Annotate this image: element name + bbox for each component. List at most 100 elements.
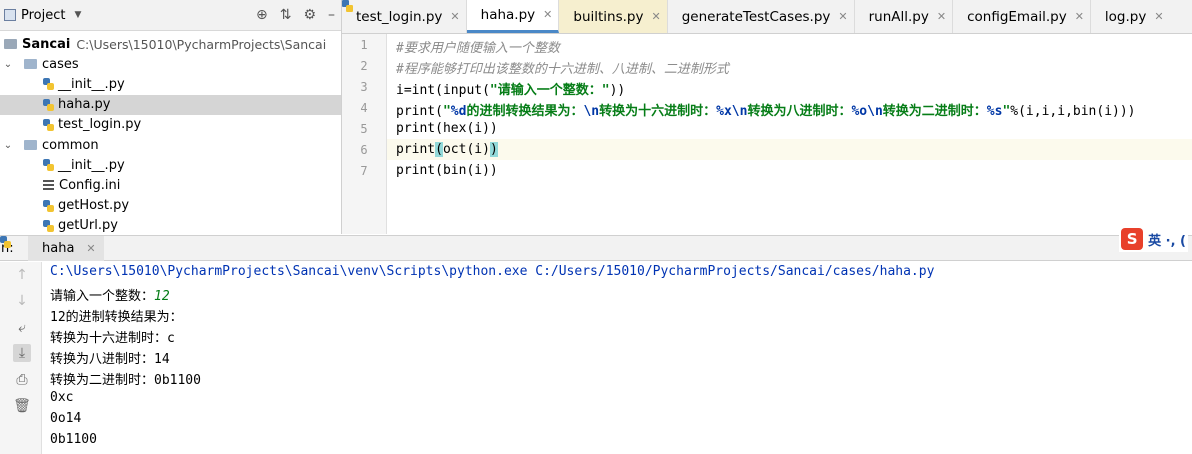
code-format-spec: %d xyxy=(450,104,467,119)
tree-item-cases[interactable]: ⌄ cases xyxy=(0,54,341,74)
console-command-line: C:\Users\15010\PycharmProjects\Sancai\ve… xyxy=(50,264,935,279)
tree-item-label: __init__.py xyxy=(58,157,125,173)
python-file-icon xyxy=(43,199,54,212)
code-token: print(hex(i)) xyxy=(396,121,498,136)
run-console[interactable]: C:\Users\15010\PycharmProjects\Sancai\ve… xyxy=(42,262,1192,454)
close-icon[interactable]: ✕ xyxy=(1154,10,1163,23)
code-string: 的进制转换结果为： xyxy=(466,104,584,119)
chevron-down-icon[interactable]: ⌄ xyxy=(2,140,14,151)
run-window-header: n: haha ✕ xyxy=(0,235,1192,261)
tree-item-root[interactable]: Sancai C:\Users\15010\PycharmProjects\Sa… xyxy=(0,34,341,54)
tab-builtins[interactable]: builtins.py ✕ xyxy=(559,0,668,33)
code-line[interactable]: print("%d的进制转换结果为：\n转换为十六进制时：%x\n转换为八进制时… xyxy=(387,97,1192,119)
tree-item-label: haha.py xyxy=(58,97,111,113)
console-line: 12的进制转换结果为： xyxy=(50,310,183,325)
code-token: %(i,i,i,bin(i))) xyxy=(1010,104,1136,119)
tree-item-label: cases xyxy=(42,56,79,72)
code-format-spec: %s xyxy=(986,104,1003,119)
tree-item-file[interactable]: __init__.py xyxy=(0,74,341,94)
tab-label: log.py xyxy=(1104,8,1147,25)
close-icon[interactable]: ✕ xyxy=(86,242,95,255)
tab-label: haha.py xyxy=(480,6,536,23)
close-icon[interactable]: ✕ xyxy=(1075,10,1084,23)
tab-log[interactable]: log.py ✕ xyxy=(1091,0,1170,33)
console-line: 转换为十六进制时：c xyxy=(50,331,175,346)
hide-panel-icon[interactable]: – xyxy=(328,8,335,22)
code-token: i=int(input( xyxy=(396,83,490,98)
project-folder-icon xyxy=(4,9,16,21)
tree-item-file[interactable]: Config.ini xyxy=(0,175,341,195)
collapse-all-icon[interactable]: ⇅ xyxy=(280,8,292,22)
soft-wrap-icon[interactable]: ⤶ xyxy=(13,319,31,337)
code-token: print( xyxy=(396,104,443,119)
tab-test-login[interactable]: test_login.py ✕ xyxy=(342,0,467,33)
code-format-spec: %x\n xyxy=(716,104,748,119)
run-tab-label: haha xyxy=(42,240,75,256)
line-number: 6 xyxy=(360,143,368,157)
arrow-down-icon[interactable]: ↓ xyxy=(13,292,31,310)
tab-config-email[interactable]: configEmail.py ✕ xyxy=(953,0,1091,33)
tree-item-file[interactable]: getHost.py xyxy=(0,196,341,216)
console-line: 0o14 xyxy=(50,411,82,426)
console-line: 转换为二进制时：0b1100 xyxy=(50,373,201,388)
tree-item-common[interactable]: ⌄ common xyxy=(0,135,341,155)
code-line[interactable]: print(bin(i)) xyxy=(387,160,1192,181)
matched-bracket: ) xyxy=(489,142,498,157)
arrow-up-icon[interactable]: ↑ xyxy=(13,266,31,284)
tree-item-file[interactable]: test_login.py xyxy=(0,115,341,135)
close-icon[interactable]: ✕ xyxy=(838,10,847,23)
code-token: )) xyxy=(609,83,626,98)
gear-icon[interactable]: ⚙ xyxy=(303,8,316,22)
python-file-icon xyxy=(43,98,54,111)
code-string: " xyxy=(442,104,451,119)
code-format-spec: \n xyxy=(583,104,600,119)
editor-tabbar: test_login.py ✕ haha.py ✕ builtins.py ✕ … xyxy=(342,0,1192,34)
folder-icon xyxy=(4,39,17,50)
tree-item-file-selected[interactable]: haha.py xyxy=(0,94,341,115)
code-line-current[interactable]: print(oct(i)) xyxy=(387,139,1192,160)
close-icon[interactable]: ✕ xyxy=(543,8,552,21)
code-area[interactable]: #要求用户随便输入一个整数 #程序能够打印出该整数的十六进制、八进制、二进制形式… xyxy=(387,34,1192,234)
python-file-icon xyxy=(43,159,54,172)
console-prompt: 请输入一个整数： xyxy=(50,289,155,304)
ime-status-bar[interactable]: S 英 ·, ( xyxy=(1119,226,1188,252)
code-editor[interactable]: 1 2 3 4 5 6 7 #要求用户随便输入一个整数 #程序能够打印出该整数的… xyxy=(342,34,1192,234)
tab-haha[interactable]: haha.py ✕ xyxy=(466,0,560,33)
tree-item-label: getHost.py xyxy=(58,198,130,214)
run-toolbar: ↑ ↓ ⤶ ⤓ ⎙ 🗑 xyxy=(0,262,42,454)
tab-label: configEmail.py xyxy=(967,8,1067,25)
chevron-down-icon[interactable]: ⌄ xyxy=(2,59,14,70)
code-string: 转换为十六进制时： xyxy=(599,104,717,119)
python-file-icon xyxy=(43,219,54,232)
tab-label: generateTestCases.py xyxy=(681,8,831,25)
project-view-selector[interactable]: Project ▼ xyxy=(4,8,81,23)
ini-file-icon xyxy=(43,180,54,191)
project-title: Project xyxy=(21,7,66,23)
run-tab-haha[interactable]: haha ✕ xyxy=(28,235,104,261)
tree-item-file[interactable]: getUrl.py xyxy=(0,216,341,236)
line-number: 4 xyxy=(360,101,368,115)
close-icon[interactable]: ✕ xyxy=(450,10,459,23)
code-line[interactable]: print(hex(i)) xyxy=(387,118,1192,139)
tab-run-all[interactable]: runAll.py ✕ xyxy=(855,0,954,33)
locate-target-icon[interactable]: ⊕ xyxy=(256,8,268,22)
tab-generate-test-cases[interactable]: generateTestCases.py ✕ xyxy=(668,0,855,33)
trash-icon[interactable]: 🗑 xyxy=(13,397,31,415)
code-line[interactable]: i=int(input("请输入一个整数：")) xyxy=(387,76,1192,98)
scroll-to-end-icon[interactable]: ⤓ xyxy=(13,344,31,362)
code-line[interactable]: #程序能够打印出该整数的十六进制、八进制、二进制形式 xyxy=(387,55,1192,77)
print-icon[interactable]: ⎙ xyxy=(13,371,31,389)
tree-item-label: Config.ini xyxy=(59,177,121,193)
code-string: "请输入一个整数：" xyxy=(489,83,610,98)
code-line[interactable]: #要求用户随便输入一个整数 xyxy=(387,34,1192,56)
tree-item-file[interactable]: __init__.py xyxy=(0,155,341,175)
code-comment: #程序能够打印出该整数的十六进制、八进制、二进制形式 xyxy=(396,62,729,77)
console-line: 转换为八进制时：14 xyxy=(50,352,170,367)
close-icon[interactable]: ✕ xyxy=(652,10,661,23)
tree-item-path: C:\Users\15010\PycharmProjects\Sancai xyxy=(76,36,327,52)
python-file-icon xyxy=(43,78,54,91)
close-icon[interactable]: ✕ xyxy=(937,10,946,23)
tree-item-label: Sancai xyxy=(22,36,71,52)
tab-label: runAll.py xyxy=(868,8,929,25)
ime-status-text: 英 ·, ( xyxy=(1148,233,1186,249)
